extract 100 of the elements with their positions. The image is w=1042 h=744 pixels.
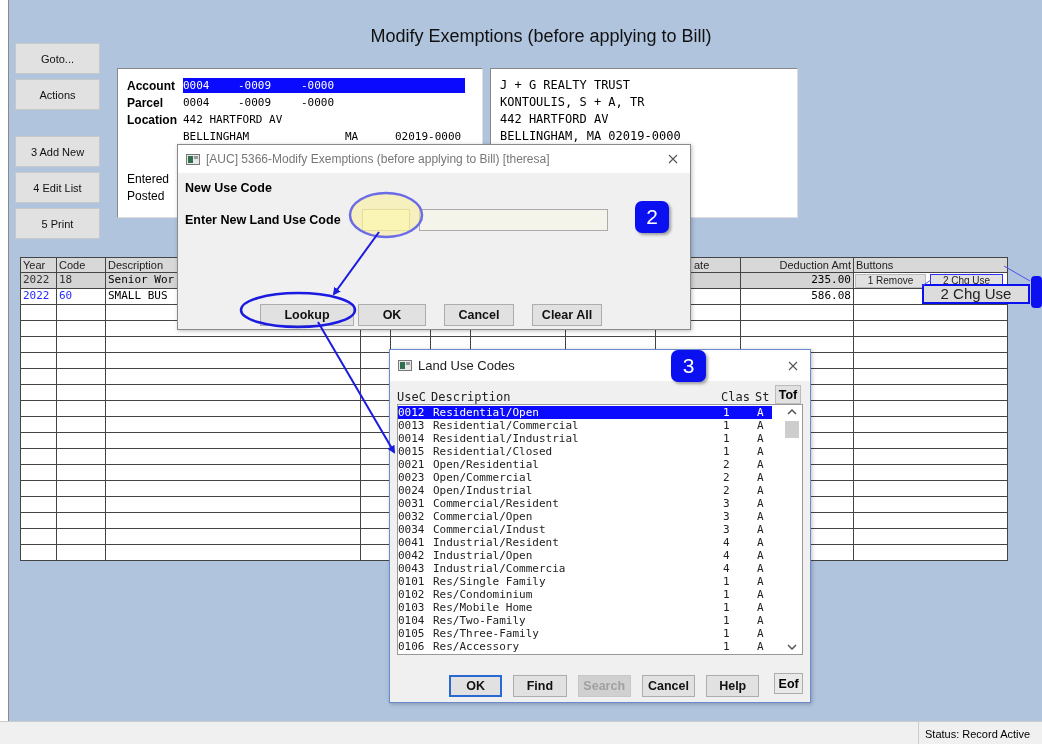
list-row[interactable]: 0014 Residential/Industrial 1 A <box>398 432 772 445</box>
table-cell <box>57 321 106 337</box>
field-value: 02019-0000 <box>395 130 462 143</box>
field-value: MA <box>345 130 360 143</box>
dialog-title: [AUC] 5366-Modify Exemptions (before applying to Bill) [theresa] <box>206 152 550 166</box>
dialog-button[interactable]: Clear All <box>532 304 602 326</box>
list-row[interactable]: 0041 Industrial/Resident 4 A <box>398 536 772 549</box>
table-cell <box>57 529 106 545</box>
callout: 2 Chg Use <box>922 284 1030 304</box>
field-label: Parcel <box>127 95 164 110</box>
top-button[interactable]: Tof <box>775 385 801 404</box>
scroll-thumb[interactable] <box>784 421 799 438</box>
scrollbar[interactable] <box>783 409 800 650</box>
field-value: BELLINGHAM <box>183 130 251 143</box>
owner-line: KONTOULIS, S + A, TR <box>500 94 645 111</box>
list-row[interactable]: 0102 Res/Condominium 1 A <box>398 588 772 601</box>
table-cell <box>57 513 106 529</box>
dialog-title: Land Use Codes <box>418 358 515 373</box>
table-cell <box>57 353 106 369</box>
table-cell: 586.08 <box>741 289 854 305</box>
owner-line: 442 HARTFORD AV <box>500 111 609 128</box>
table-cell <box>57 449 106 465</box>
list-row[interactable]: 0104 Res/Two-Family 1 A <box>398 614 772 627</box>
field-value: 0004 <box>183 79 211 92</box>
list-row[interactable]: 0015 Residential/Closed 1 A <box>398 445 772 458</box>
window-icon <box>398 360 412 371</box>
description-field[interactable] <box>419 209 608 231</box>
dialog-button[interactable]: OK <box>358 304 426 326</box>
table-cell: 2022 <box>21 289 57 305</box>
table-cell <box>57 481 106 497</box>
list-row[interactable]: 0101 Res/Single Family 1 A <box>398 575 772 588</box>
list-row[interactable]: 0043 Industrial/Commercia 4 A <box>398 562 772 575</box>
section-heading: New Use Code <box>185 181 272 197</box>
table-cell <box>57 401 106 417</box>
dialog-button[interactable]: Cancel <box>444 304 514 326</box>
column-header: UseC <box>397 390 426 404</box>
end-button[interactable]: Eof <box>774 673 803 694</box>
list-row[interactable]: 0021 Open/Residential 2 A <box>398 458 772 471</box>
table-cell <box>57 465 106 481</box>
list-row[interactable]: 0032 Commercial/Open 3 A <box>398 510 772 523</box>
step-badge: 3 <box>671 350 706 382</box>
list-row[interactable]: 0013 Residential/Commercial 1 A <box>398 419 772 432</box>
side-button[interactable]: 3 Add New <box>15 136 100 167</box>
arrow <box>332 231 380 296</box>
field-value: -0000 <box>301 96 335 109</box>
owner-line: J + G REALTY TRUST <box>500 77 631 94</box>
dialog-button[interactable]: OK <box>449 675 503 697</box>
list-row[interactable]: 0012 Residential/Open 1 A <box>398 406 772 419</box>
side-button[interactable]: 5 Print <box>15 208 100 239</box>
list-row[interactable]: 0103 Res/Mobile Home 1 A <box>398 601 772 614</box>
table-cell <box>57 385 106 401</box>
step-badge <box>1031 276 1042 308</box>
table-cell <box>57 497 106 513</box>
list-row[interactable]: 0034 Commercial/Indust 3 A <box>398 523 772 536</box>
dialog-button[interactable]: Cancel <box>641 675 696 697</box>
table-cell: 235.00 <box>741 273 854 289</box>
table-cell <box>57 417 106 433</box>
column-header: Code <box>57 258 106 273</box>
column-header: Buttons <box>854 258 1008 273</box>
field-value: -0000 <box>301 79 335 92</box>
column-header: Description <box>431 390 511 404</box>
list-row[interactable]: 0042 Industrial/Open 4 A <box>398 549 772 562</box>
scroll-up-icon[interactable] <box>786 409 797 415</box>
field-value: 442 HARTFORD AV <box>183 113 283 126</box>
side-button[interactable]: 4 Edit List <box>15 172 100 203</box>
scroll-down-icon[interactable] <box>786 644 797 650</box>
close-icon[interactable] <box>668 154 678 164</box>
list-row[interactable]: 0106 Res/Accessory 1 A <box>398 640 772 653</box>
close-icon[interactable] <box>788 360 798 371</box>
list-row[interactable]: 0105 Res/Three-Family 1 A <box>398 627 772 640</box>
list-row[interactable]: 0031 Commercial/Resident 3 A <box>398 497 772 510</box>
field-label: Enter New Land Use Code <box>185 213 342 227</box>
window-title: Modify Exemptions (before applying to Bill) <box>370 26 712 47</box>
owner-line: BELLINGHAM, MA 02019-0000 <box>500 128 681 145</box>
table-cell: 2022 <box>21 273 57 289</box>
dialog-button[interactable]: Help <box>706 675 760 697</box>
field-value: 0004 <box>183 96 211 109</box>
table-cell <box>57 337 106 353</box>
dialog-button[interactable]: Lookup <box>260 304 354 326</box>
table-cell <box>57 369 106 385</box>
step-badge: 2 <box>635 201 669 233</box>
dialog-button[interactable]: Find <box>513 675 567 697</box>
window-icon <box>186 153 200 165</box>
code-input-field[interactable] <box>362 209 410 231</box>
side-button[interactable]: Goto... <box>15 43 100 74</box>
table-cell <box>57 433 106 449</box>
field-value: -0009 <box>238 96 273 109</box>
field-label: Account <box>127 78 175 93</box>
row-button[interactable]: 1 Remove <box>855 273 926 288</box>
column-header: Clas <box>721 390 750 404</box>
table-cell: 18 <box>57 273 106 289</box>
list-row[interactable]: 0024 Open/Industrial 2 A <box>398 484 772 497</box>
column-header: Deduction Amt <box>741 258 854 273</box>
status-text: Status: Record Active <box>918 722 1042 744</box>
field-value: -0009 <box>238 79 273 92</box>
side-button[interactable]: Actions <box>15 79 100 110</box>
selected-field[interactable]: 0004 -0009 -0000 <box>183 78 465 93</box>
field-label: Posted <box>127 188 165 205</box>
list-row[interactable]: 0023 Open/Commercial 2 A <box>398 471 772 484</box>
table-cell: 60 <box>57 289 106 305</box>
